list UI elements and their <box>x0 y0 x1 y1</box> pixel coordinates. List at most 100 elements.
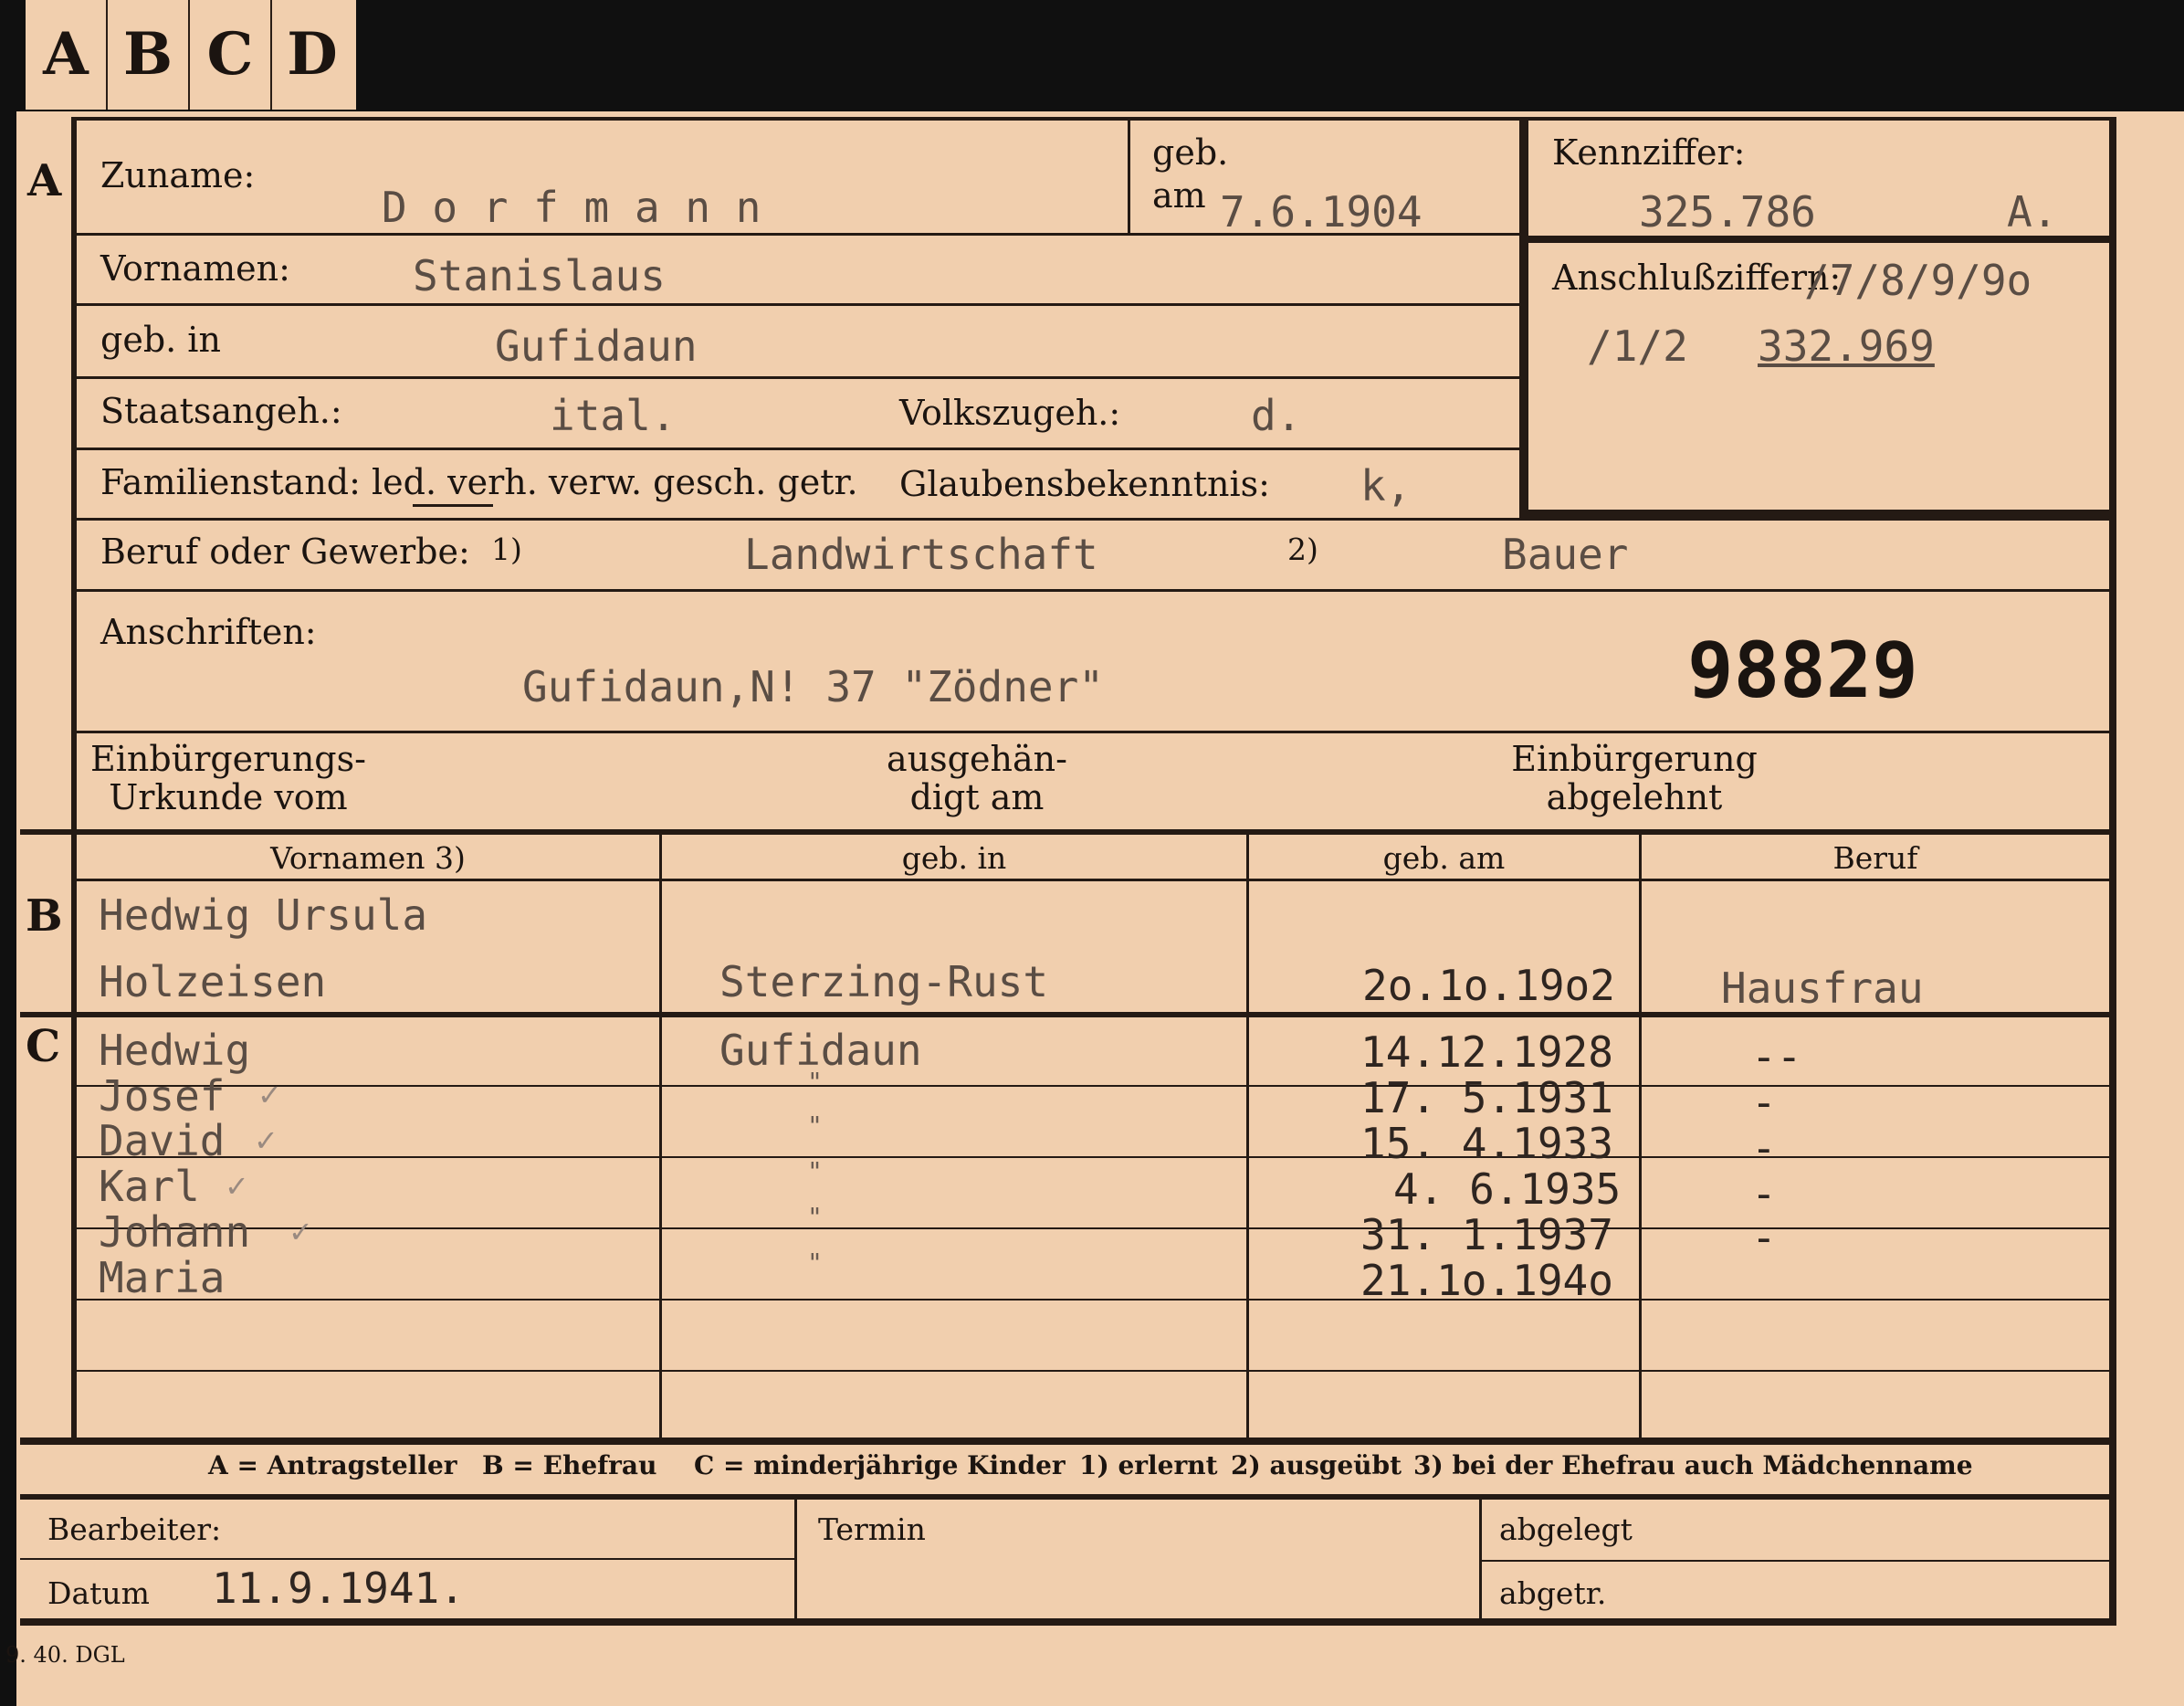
geb-in-value: Gufidaun <box>495 321 698 371</box>
ausgehaendigt-label: ausgehän- digt am <box>840 740 1114 816</box>
child-beruf: - <box>1751 1078 1777 1127</box>
volkszugehoerigkeit-label: Volkszugeh.: <box>899 393 1121 433</box>
am-label: am <box>1152 175 1206 216</box>
child-name: Johann <box>99 1207 251 1257</box>
header-geb-am: geb. am <box>1382 840 1506 876</box>
row-line <box>77 303 1519 306</box>
header-vornamen: Vornamen 3) <box>270 840 466 876</box>
datum-value: 11.9.1941. <box>212 1564 465 1613</box>
legend-footnote-1: 1) erlernt <box>1079 1450 1218 1480</box>
right-border <box>2109 119 2116 1626</box>
child-geb-am: 15. 4.1933 <box>1360 1119 1613 1168</box>
legend-bottom <box>20 1494 2111 1500</box>
check-mark-icon: ✓ <box>225 1169 249 1204</box>
child-beruf: -- <box>1751 1032 1802 1081</box>
child-geb-am: 17. 5.1931 <box>1360 1073 1613 1122</box>
col-line <box>1639 833 1642 1437</box>
beruf-footnote-2: 2) <box>1287 532 1318 567</box>
beruf-1-value: Landwirtschaft <box>744 530 1098 579</box>
vornamen-label: Vornamen: <box>100 248 290 289</box>
staatsangehoerigkeit-value: ital. <box>550 391 677 440</box>
row-line <box>77 1156 2109 1158</box>
child-name: Hedwig <box>99 1026 251 1075</box>
abgetr-label: abgetr. <box>1499 1575 1607 1611</box>
child-geb-am: 4. 6.1935 <box>1393 1164 1622 1214</box>
kennziffer-label: Kennziffer: <box>1552 132 1746 173</box>
geb-in-label: geb. in <box>100 320 221 360</box>
legend-c: C = minderjährige Kinder <box>694 1450 1066 1480</box>
child-geb-in-ditto: " <box>807 1202 823 1232</box>
staatsangehoerigkeit-label: Staatsangeh.: <box>100 391 342 431</box>
legend-footnote-3: 3) bei der Ehefrau auch Mädchenname <box>1413 1450 1973 1480</box>
einbuergerung-abgelehnt-label: Einbürgerung abgelehnt <box>1497 740 1771 816</box>
row-line <box>77 376 1519 379</box>
left-column-border <box>71 119 77 1443</box>
beruf-2-value: Bauer <box>1502 530 1629 579</box>
zuname-label: Zuname: <box>100 155 256 195</box>
child-geb-in-ditto: " <box>807 1111 823 1141</box>
row-line <box>77 1085 2109 1087</box>
abgelegt-label: abgelegt <box>1499 1511 1633 1547</box>
bearbeiter-label: Bearbeiter: <box>47 1511 222 1547</box>
datum-label: Datum <box>47 1575 150 1611</box>
einbuergerung-label-line1: Einbürgerungs- <box>90 739 366 779</box>
glaubensbekenntnis-label: Glaubensbekenntnis: <box>899 464 1270 504</box>
legend-footnote-2: 2) ausgeübt <box>1231 1450 1402 1480</box>
header-beruf: Beruf <box>1832 840 1918 876</box>
tab-d[interactable]: D <box>272 0 352 110</box>
anschriften-value: Gufidaun,N! 37 "Zödner" <box>522 662 1104 711</box>
row-line <box>77 731 2109 733</box>
row-line <box>77 448 1519 450</box>
check-mark-icon: ✓ <box>254 1123 278 1158</box>
abgelehnt-label-line1: Einbürgerung <box>1511 739 1758 779</box>
vornamen-value: Stanislaus <box>413 251 666 300</box>
kennziffer-suffix: A. <box>2007 187 2058 237</box>
row-line <box>77 1227 2109 1229</box>
ausgehaendigt-label-line2: digt am <box>909 777 1045 817</box>
ehefrau-vornamen: Hedwig Ursula <box>99 890 428 940</box>
tab-b[interactable]: B <box>108 0 191 110</box>
geb-am-value: 7.6.1904 <box>1220 187 1423 237</box>
child-beruf: - <box>1751 1123 1777 1173</box>
col-line <box>1128 119 1130 233</box>
header-line <box>77 879 2109 881</box>
print-code: 9. 40. DGL <box>5 1642 125 1668</box>
legend-top <box>20 1437 2111 1445</box>
tab-strip: A B C D <box>26 0 356 110</box>
volkszugehoerigkeit-value: d. <box>1251 391 1302 440</box>
top-border <box>71 117 2116 121</box>
child-beruf: - <box>1751 1169 1777 1218</box>
child-geb-in-ditto: " <box>807 1067 823 1097</box>
tab-c[interactable]: C <box>190 0 273 110</box>
legend-b: B = Ehefrau <box>482 1450 657 1480</box>
child-geb-am: 21.1o.194o <box>1360 1256 1613 1305</box>
einbuergerung-label-line2: Urkunde vom <box>109 777 348 817</box>
glaubensbekenntnis-value: k, <box>1360 461 1412 511</box>
familienstand-verh-underline <box>413 504 493 507</box>
child-geb-in-ditto: " <box>807 1156 823 1186</box>
ehefrau-maedchenname: Holzeisen <box>99 957 327 1006</box>
section-letter-b: B <box>26 890 63 942</box>
abgelehnt-label-line2: abgelehnt <box>1546 777 1723 817</box>
check-mark-icon: ✓ <box>257 1078 282 1112</box>
child-name: Josef <box>99 1071 226 1121</box>
section-b-top <box>20 829 2111 835</box>
anschlussziffern-label: Anschlußziffern: <box>1552 258 1842 298</box>
zuname-value: D o r f m a n n <box>382 183 761 232</box>
check-mark-icon: ✓ <box>289 1215 313 1249</box>
ausgehaendigt-label-line1: ausgehän- <box>887 739 1067 779</box>
child-name: David <box>99 1116 226 1165</box>
col-line <box>1246 833 1249 1437</box>
ehefrau-beruf: Hausfrau <box>1721 964 1924 1013</box>
anschlussziffern-value-1: /7/8/9/9o <box>1804 256 2032 305</box>
anschlussziffern-value-2: /1/2 <box>1587 321 1688 371</box>
kennziffer-box-divider <box>1528 236 2109 243</box>
section-letter-a: A <box>27 155 62 206</box>
child-beruf: - <box>1751 1213 1777 1262</box>
geb-label: geb. <box>1152 132 1229 173</box>
kennziffer-value: 325.786 <box>1639 187 1816 237</box>
tab-a[interactable]: A <box>26 0 109 110</box>
header-geb-in: geb. in <box>901 840 1007 876</box>
row-line <box>1481 1560 2111 1562</box>
familienstand-label: Familienstand: led. verh. verw. gesch. g… <box>100 462 858 502</box>
